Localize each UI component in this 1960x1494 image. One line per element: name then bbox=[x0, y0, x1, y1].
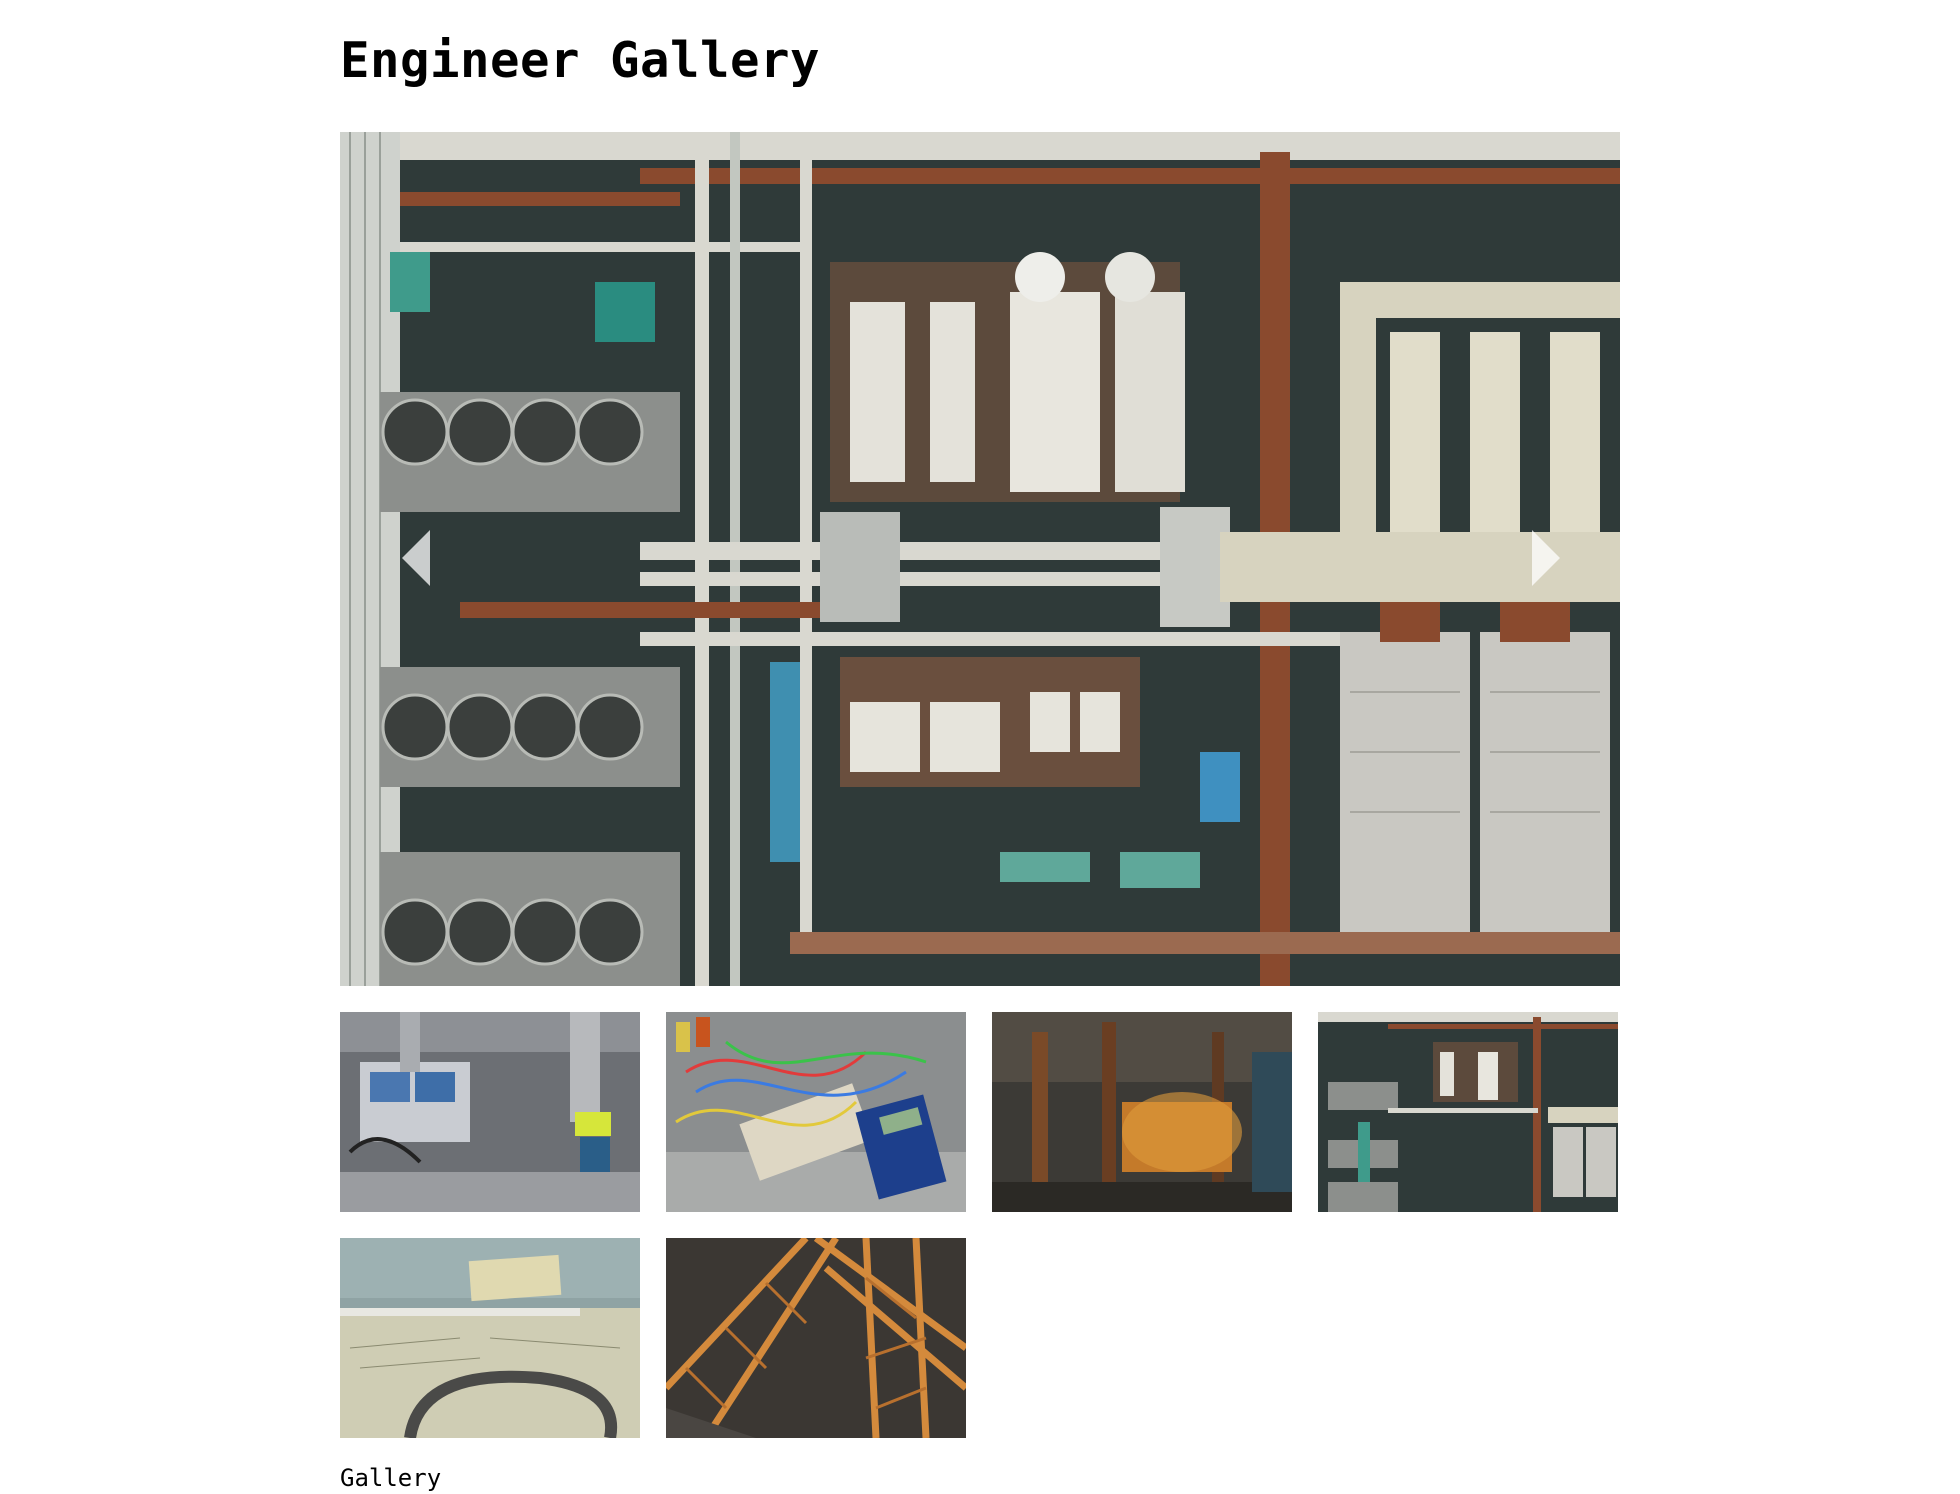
main-image bbox=[340, 132, 1620, 986]
thumbnail-image bbox=[666, 1012, 966, 1212]
thumbnail-image bbox=[340, 1012, 640, 1212]
next-image-button[interactable] bbox=[1528, 528, 1562, 588]
main-image-viewer bbox=[340, 132, 1620, 986]
thumbnail-image bbox=[340, 1238, 640, 1438]
thumbnail-image bbox=[992, 1012, 1292, 1212]
chevron-right-icon bbox=[1532, 530, 1560, 586]
chevron-left-icon bbox=[402, 530, 430, 586]
thumbnail-steel-mill-interior[interactable] bbox=[992, 1012, 1292, 1212]
thumbnail-image bbox=[1318, 1012, 1618, 1212]
page-title: Engineer Gallery bbox=[340, 32, 821, 89]
thumbnail-steel-truss[interactable] bbox=[666, 1238, 966, 1438]
thumbnail-breadboard-multimeter[interactable] bbox=[666, 1012, 966, 1212]
thumbnail-blueprint-drawings[interactable] bbox=[340, 1238, 640, 1438]
thumbnail-image bbox=[666, 1238, 966, 1438]
previous-image-button[interactable] bbox=[400, 528, 434, 588]
thumbnail-rooftop-pipes[interactable] bbox=[1318, 1012, 1618, 1212]
gallery-caption: Gallery bbox=[340, 1464, 442, 1492]
thumbnail-robotic-machinery[interactable] bbox=[340, 1012, 640, 1212]
